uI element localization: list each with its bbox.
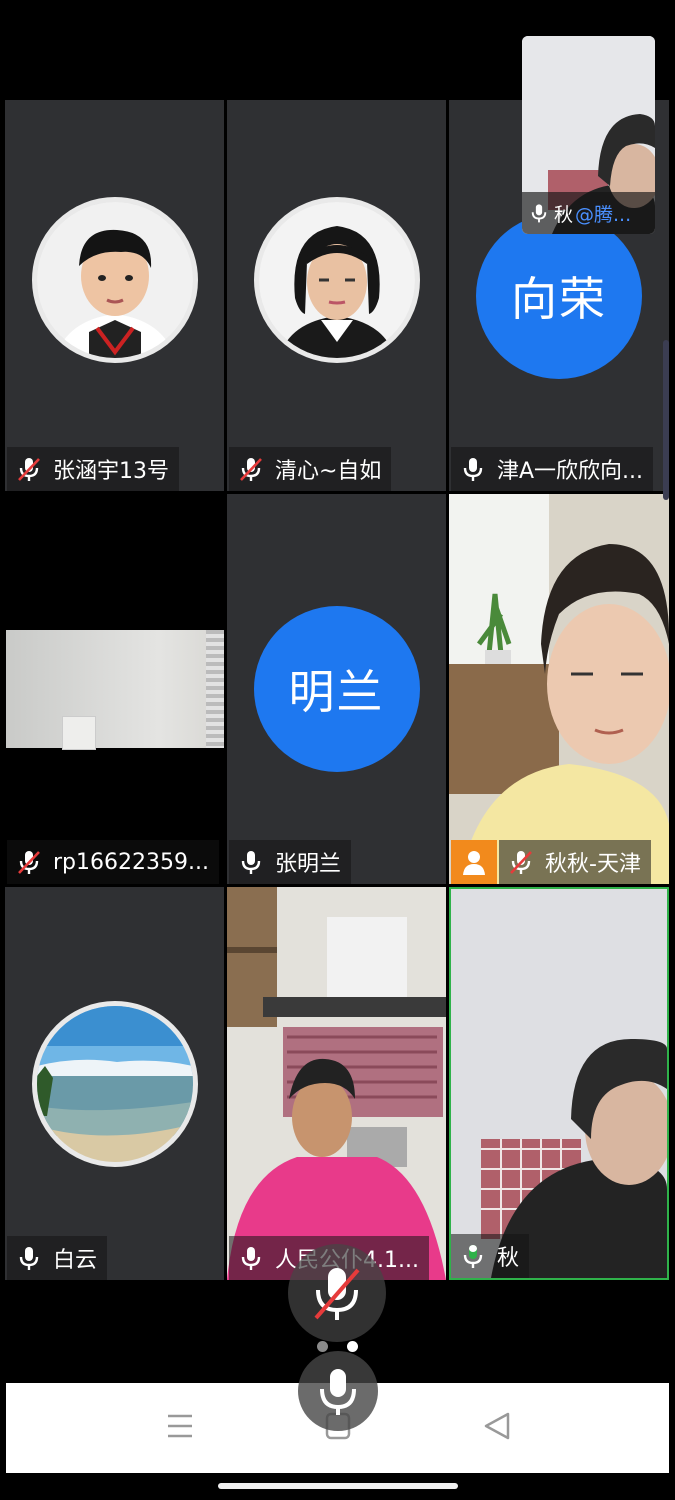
participant-video[interactable]: 人民公仆4.1... <box>227 887 446 1280</box>
back-icon[interactable] <box>482 1411 512 1441</box>
name-label: 张明兰 <box>229 840 352 884</box>
name-label: rp16622359... <box>7 840 219 884</box>
self-view-label: 秋 @腾... <box>522 192 655 234</box>
participant-name: 张涵宇13号 <box>53 459 169 484</box>
avatar <box>31 1000 198 1167</box>
host-person-icon <box>463 851 485 875</box>
video-frame <box>449 494 669 884</box>
mic-icon <box>241 1247 261 1270</box>
mic-muted-icon <box>18 851 40 874</box>
name-label: 清心~自如 <box>229 447 392 491</box>
participant-name: 张明兰 <box>275 852 342 877</box>
floating-self-view[interactable]: 秋 @腾... <box>522 36 655 234</box>
gesture-home-indicator[interactable] <box>218 1483 458 1489</box>
video-frame <box>227 887 446 1280</box>
mic-muted-icon <box>510 851 532 874</box>
name-label: 秋 <box>451 1234 530 1278</box>
participant-video-speaking[interactable]: 秋 <box>449 887 669 1280</box>
participant-grid: 张涵宇13号 清心~自如 向荣 津A一欣欣向... rp16622359... … <box>5 100 669 1280</box>
recents-icon[interactable] <box>166 1411 194 1441</box>
mic-muted-icon <box>18 458 40 481</box>
mic-muted-icon <box>314 1268 360 1320</box>
participant-name: 秋 <box>497 1246 520 1271</box>
participant-name: 清心~自如 <box>275 459 382 484</box>
participant-tile[interactable]: 明兰 张明兰 <box>227 494 446 884</box>
mic-icon <box>463 1245 483 1268</box>
participant-name: rp16622359... <box>53 849 209 875</box>
participant-video[interactable]: rp16622359... <box>5 494 224 884</box>
participant-tile[interactable]: 张涵宇13号 <box>5 100 224 491</box>
participant-tile[interactable]: 清心~自如 <box>227 100 446 491</box>
participant-name: 秋秋-天津 <box>545 852 641 877</box>
self-view-handle: @腾... <box>575 203 632 226</box>
speak-button[interactable] <box>298 1351 378 1431</box>
self-view-name: 秋 <box>554 203 574 226</box>
mute-toggle-button[interactable] <box>288 1244 386 1342</box>
avatar-initials: 明兰 <box>253 606 420 772</box>
participant-name: 津A一欣欣向... <box>497 459 644 484</box>
avatar <box>31 196 198 363</box>
host-badge <box>451 840 497 884</box>
video-frame <box>451 889 667 1278</box>
scroll-indicator[interactable] <box>663 340 669 500</box>
name-label: 张涵宇13号 <box>7 447 179 491</box>
mic-icon <box>531 204 547 223</box>
video-frame <box>6 630 224 750</box>
participant-video[interactable]: 秋秋-天津 <box>449 494 669 884</box>
name-label: 秋秋-天津 <box>499 840 651 884</box>
mic-icon <box>320 1369 356 1415</box>
mic-icon <box>19 1247 39 1270</box>
name-label: 津A一欣欣向... <box>451 447 654 491</box>
participant-name: 白云 <box>53 1248 98 1273</box>
mic-muted-icon <box>240 458 262 481</box>
name-label: 白云 <box>7 1236 108 1280</box>
participant-tile[interactable]: 白云 <box>5 887 224 1280</box>
mic-icon <box>241 851 261 874</box>
avatar <box>253 196 420 363</box>
avatar-initials: 向荣 <box>476 212 642 379</box>
mic-icon <box>463 458 483 481</box>
